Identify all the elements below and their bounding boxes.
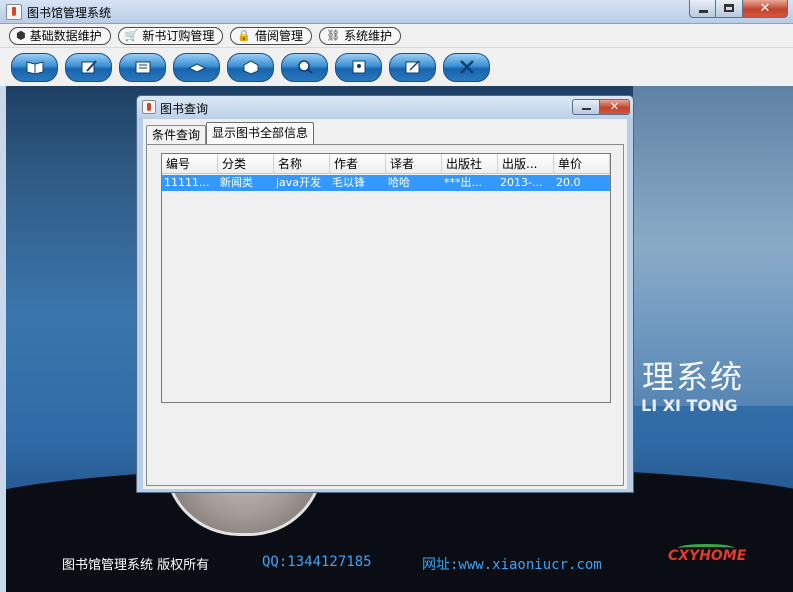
menu-basic-data[interactable]: ⬢ 基础数据维护: [9, 26, 111, 45]
table-cell: 新闻类: [220, 176, 253, 189]
menu-label: 系统维护: [344, 29, 393, 43]
minimize-icon: [699, 10, 708, 13]
exit-icon: [459, 60, 474, 74]
dialog-title-bar: 图书查询 ✕: [137, 96, 633, 118]
column-header[interactable]: 译者: [386, 154, 442, 174]
table-row[interactable]: 11111... 新闻类 java开发 毛以锋 哈哈 ***出... 2013-…: [162, 175, 610, 191]
book-table[interactable]: 编号 分类 名称 作者 译者 出版社 出版... 单价 11111... 新闻类…: [161, 153, 611, 403]
menu-borrow[interactable]: 🔒 借阅管理: [230, 26, 313, 45]
tab-strip: 条件查询 显示图书全部信息: [146, 122, 315, 144]
window-controls: ✕: [689, 0, 788, 18]
close-button[interactable]: ✕: [743, 0, 788, 18]
minimize-button[interactable]: [689, 0, 716, 18]
box-button[interactable]: [227, 52, 274, 82]
tab-all-books[interactable]: 显示图书全部信息: [206, 122, 315, 144]
dialog-minimize-button[interactable]: [572, 99, 600, 115]
cube-icon: ⬢: [16, 29, 26, 42]
maximize-icon: [724, 4, 734, 12]
pen-icon: [81, 60, 97, 74]
background-title: 理系统: [642, 358, 745, 396]
dialog-controls: ✕: [572, 99, 630, 115]
lock-icon: 🔒: [237, 29, 252, 42]
table-cell: 2013-...: [500, 176, 543, 189]
column-header[interactable]: 分类: [218, 154, 274, 174]
book-icon: [26, 61, 43, 75]
dialog-body: 条件查询 显示图书全部信息 编号 分类 名称 作者 译者 出版社 出版... 单…: [143, 119, 627, 489]
menu-label: 基础数据维护: [29, 29, 102, 43]
app-title-bar: 图书馆管理系统 ✕: [0, 0, 793, 24]
user-card-button[interactable]: [335, 52, 382, 82]
exit-button[interactable]: [443, 52, 490, 82]
app-title: 图书馆管理系统: [27, 6, 112, 20]
magnifier-icon: [297, 60, 313, 74]
column-header[interactable]: 出版社: [442, 154, 498, 174]
menu-system[interactable]: ⛓ 系统维护: [319, 26, 402, 45]
menu-bar: ⬢ 基础数据维护 🛒 新书订购管理 🔒 借阅管理 ⛓ 系统维护: [0, 24, 793, 48]
table-cell: java开发: [276, 176, 322, 189]
box-icon: [243, 60, 258, 75]
java-icon: [142, 100, 156, 114]
column-header[interactable]: 出版...: [498, 154, 554, 174]
background-subtitle: LI XI TONG: [641, 396, 738, 415]
footer-url: 网址:www.xiaoniucr.com: [422, 557, 602, 573]
tab-condition-query[interactable]: 条件查询: [146, 125, 207, 144]
link-icon: ⛓: [326, 29, 341, 42]
minimize-icon: [582, 108, 591, 110]
close-icon: ✕: [759, 1, 771, 16]
pen-button[interactable]: [65, 52, 112, 82]
table-cell: 毛以锋: [332, 176, 365, 189]
tab-panel: 编号 分类 名称 作者 译者 出版社 出版... 单价 11111... 新闻类…: [146, 144, 624, 486]
search-button[interactable]: [281, 52, 328, 82]
edit-card-button[interactable]: [389, 52, 436, 82]
edit-card-icon: [405, 60, 420, 74]
table-cell: 11111...: [164, 176, 210, 189]
maximize-button[interactable]: [716, 0, 743, 18]
folder-icon: [135, 61, 150, 74]
table-cell: 20.0: [556, 176, 581, 189]
table-cell: ***出...: [444, 176, 482, 189]
footer-qq: QQ:1344127185: [262, 554, 372, 570]
menu-new-book-order[interactable]: 🛒 新书订购管理: [117, 26, 224, 45]
column-header[interactable]: 作者: [330, 154, 386, 174]
toolbar: [0, 48, 793, 86]
menu-label: 借阅管理: [255, 29, 304, 43]
cart-icon: 🛒: [124, 29, 139, 42]
user-card-icon: [352, 60, 365, 74]
table-cell: 哈哈: [388, 176, 410, 189]
dialog-title: 图书查询: [160, 102, 209, 116]
column-header[interactable]: 编号: [162, 154, 218, 174]
footer-copyright: 图书馆管理系统 版权所有: [62, 558, 210, 573]
menu-label: 新书订购管理: [142, 29, 215, 43]
dialog-close-button[interactable]: ✕: [600, 99, 630, 115]
java-icon: [6, 4, 22, 20]
book-button[interactable]: [11, 52, 58, 82]
column-header[interactable]: 单价: [554, 154, 610, 174]
folder-button[interactable]: [119, 52, 166, 82]
table-header: 编号 分类 名称 作者 译者 出版社 出版... 单价: [162, 154, 610, 174]
brand-logo: CXYHOME: [668, 548, 747, 564]
column-header[interactable]: 名称: [274, 154, 330, 174]
close-icon: ✕: [609, 100, 620, 113]
open-book-button[interactable]: [173, 52, 220, 82]
open-book-icon: [187, 63, 206, 73]
book-query-window: 图书查询 ✕ 条件查询 显示图书全部信息 编号 分类 名称 作者 译者 出版社 …: [136, 95, 634, 493]
